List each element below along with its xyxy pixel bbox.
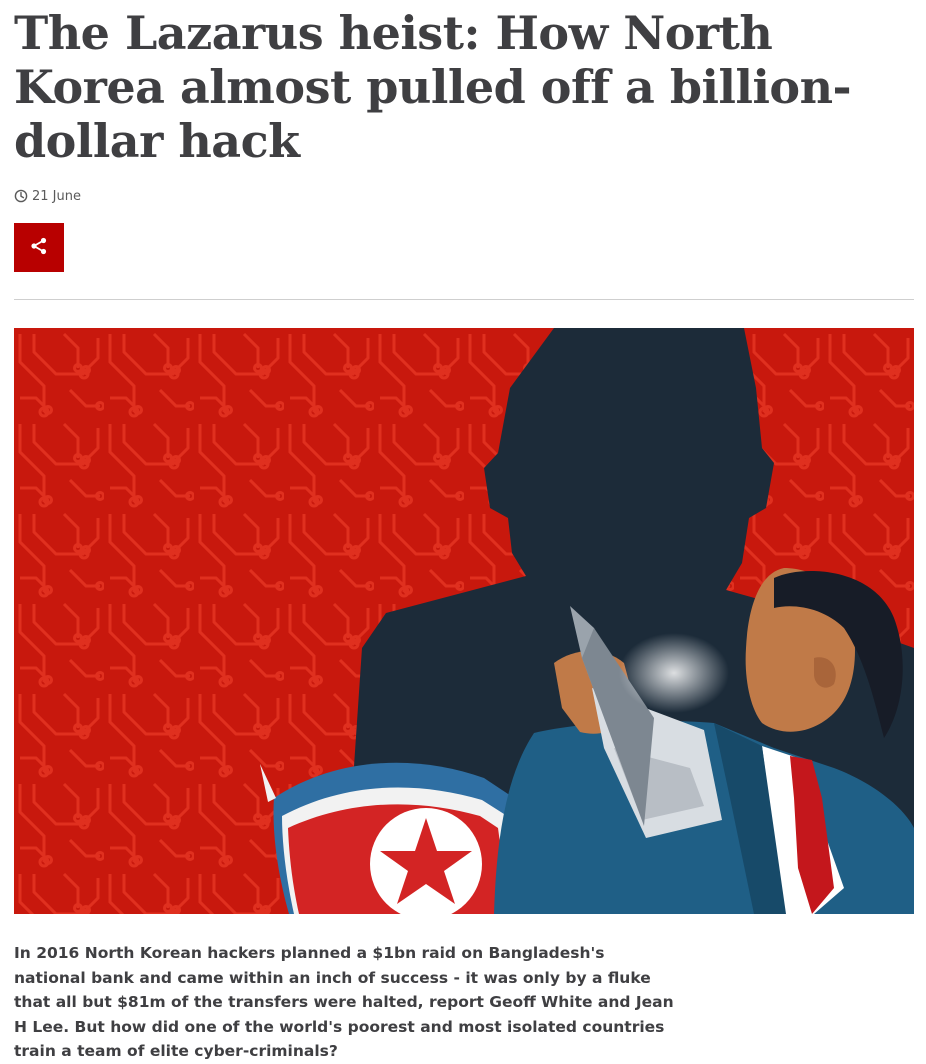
article-headline: The Lazarus heist: How North Korea almos… [14,6,852,168]
clock-icon [14,189,28,203]
hero-illustration [14,328,914,914]
share-icon [29,236,49,260]
article-summary: In 2016 North Korean hackers planned a $… [14,944,674,1060]
header-divider [14,299,914,300]
publish-date: 21 June [32,188,81,204]
share-button[interactable] [14,223,64,272]
article-meta: 21 June [14,186,81,206]
